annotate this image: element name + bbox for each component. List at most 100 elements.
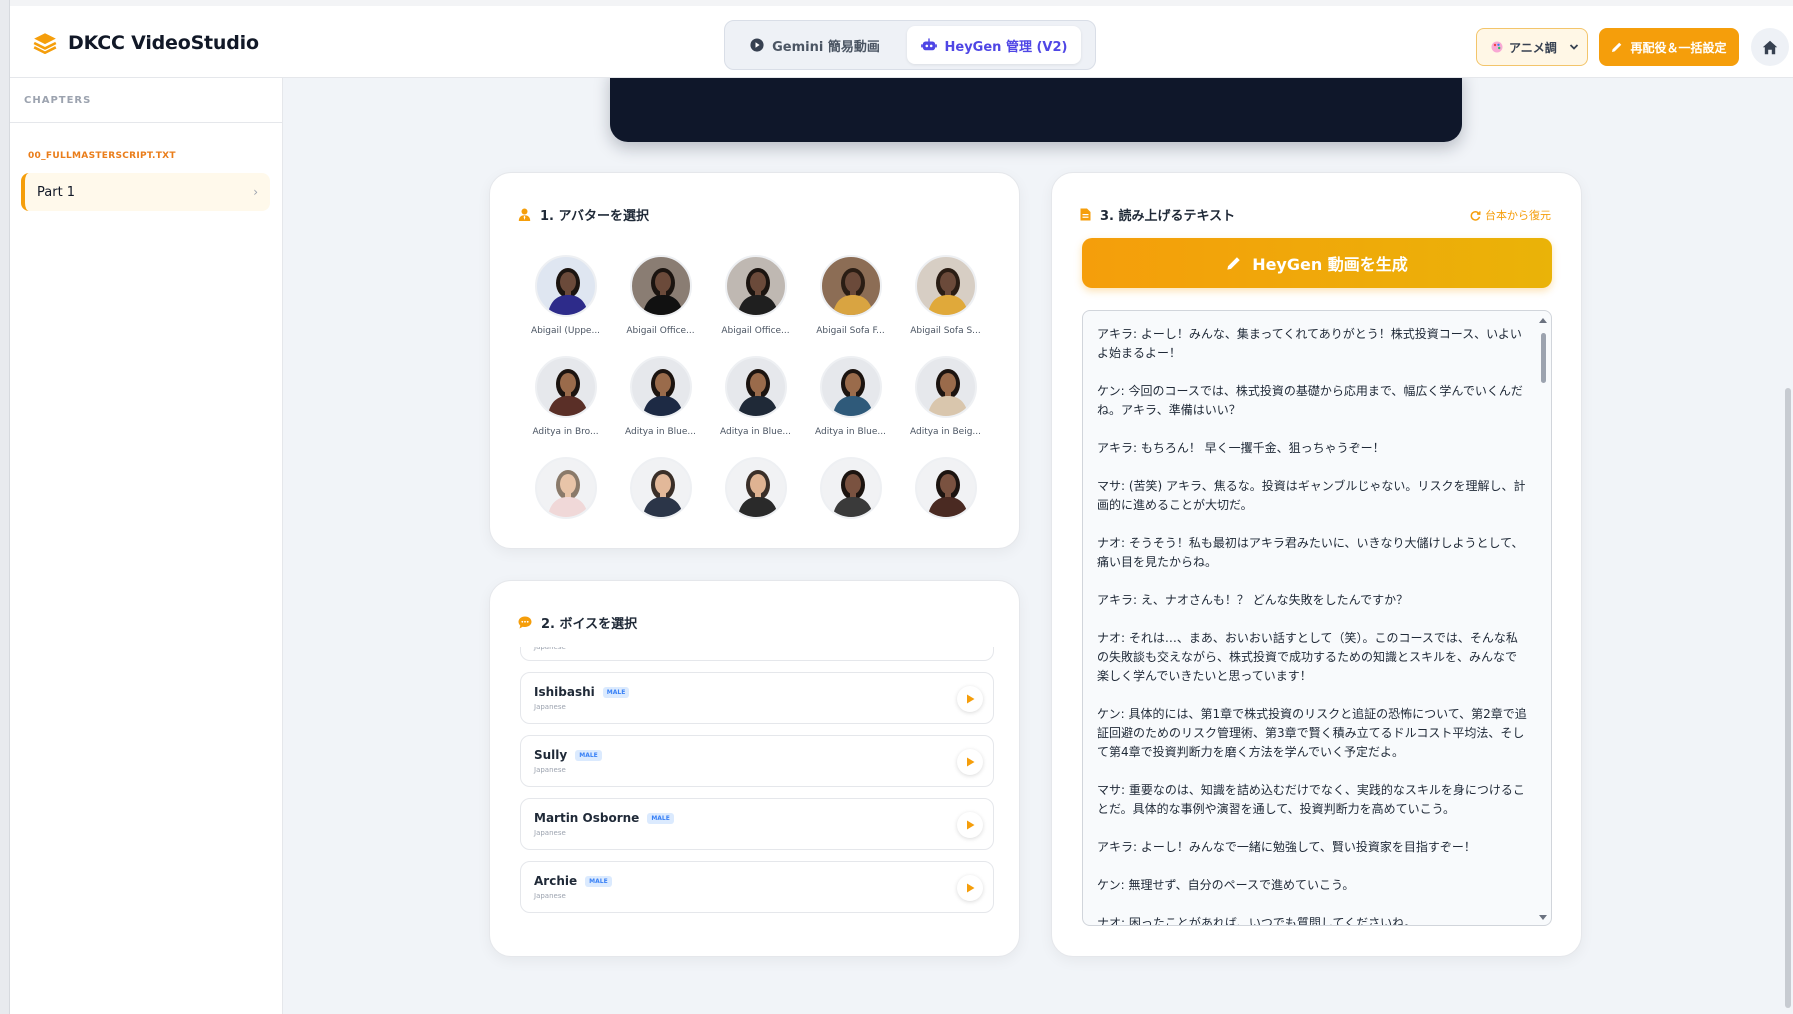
voice-preview-play-button[interactable]	[957, 875, 983, 901]
avatar-option[interactable]: Aditya in Beig...	[898, 356, 993, 437]
robot-icon	[920, 38, 937, 51]
restore-from-script-link[interactable]: 台本から復元	[1470, 207, 1551, 223]
home-icon	[1762, 40, 1778, 54]
voice-name-row: Martin Osborne MALE	[534, 811, 993, 825]
avatar-thumbnail	[819, 255, 882, 317]
voice-language: Japanese	[534, 766, 566, 774]
pencil-icon	[1612, 42, 1622, 52]
avatar-option[interactable]	[708, 457, 803, 519]
page-scrollbar-thumb[interactable]	[1785, 388, 1791, 1008]
avatar-option[interactable]: Aditya in Blue...	[708, 356, 803, 437]
recast-button[interactable]: 再配役＆一括設定	[1599, 28, 1739, 66]
avatar-option[interactable]: Abigail Sofa S...	[898, 255, 993, 336]
avatar-option[interactable]: Abigail Sofa F...	[803, 255, 898, 336]
tab-heygen-label: HeyGen 管理 (V2)	[944, 39, 1068, 55]
avatar-name: Abigail Sofa F...	[816, 326, 885, 336]
voice-list[interactable]: Japanese Ishibashi MALE Japanese Sully MALE Ja…	[520, 647, 994, 917]
avatar-option[interactable]: Aditya in Bro...	[518, 356, 613, 437]
voice-preview-play-button[interactable]	[957, 686, 983, 712]
script-line: マサ: (苦笑) アキラ、焦るな。投資はギャンブルじゃない。リスクを理解し、計画…	[1097, 479, 1526, 512]
avatar-thumbnail	[534, 356, 597, 418]
avatar-name: Abigail Office...	[721, 326, 790, 336]
voice-panel-title: 2. ボイスを選択	[518, 613, 637, 632]
voice-language: Japanese	[534, 647, 566, 651]
avatar-option[interactable]: Abigail (Uppe...	[518, 255, 613, 336]
generate-video-button[interactable]: HeyGen 動画を生成	[1082, 238, 1552, 288]
mode-switch: Gemini 簡易動画 HeyGen 管理 (V2)	[724, 20, 1096, 70]
voice-option[interactable]: Japanese	[520, 647, 994, 661]
script-line: ナオ: それは…、まあ、おいおい話すとして（笑）。このコースでは、そんな私の失敗…	[1097, 631, 1518, 683]
gender-badge: MALE	[585, 875, 612, 887]
voice-preview-play-button[interactable]	[957, 749, 983, 775]
avatar-thumbnail	[819, 356, 882, 418]
style-select[interactable]: アニメ調	[1476, 28, 1588, 66]
document-icon	[1080, 208, 1091, 221]
play-icon	[966, 883, 974, 893]
play-icon	[966, 694, 974, 704]
avatar-panel-title-text: 1. アバターを選択	[540, 209, 649, 224]
avatar-grid: Abigail (Uppe... Abigail Office... Abigail…	[518, 255, 996, 519]
script-scrollbar-thumb[interactable]	[1541, 333, 1546, 383]
script-line: マサ: 重要なのは、知識を詰め込むだけでなく、実践的なスキルを身につけることだ。…	[1097, 783, 1525, 816]
avatar-name: Abigail (Uppe...	[530, 326, 601, 336]
chat-bubble-icon	[518, 616, 532, 629]
avatar-option[interactable]: Aditya in Blue...	[803, 356, 898, 437]
voice-name: Sully	[534, 748, 568, 762]
avatar-option[interactable]	[613, 457, 708, 519]
script-file-name: 00_FULLMASTERSCRIPT.TXT	[28, 151, 176, 161]
pencil-icon	[1227, 257, 1240, 270]
voice-panel: 2. ボイスを選択 Japanese Ishibashi MALE Japanese S…	[489, 580, 1020, 957]
chevron-right-icon: ›	[253, 185, 258, 199]
script-textarea[interactable]: アキラ: よーし！みんな、集まってくれてありがとう！株式投資コース、いよいよ始ま…	[1082, 310, 1552, 926]
voice-name: Martin Osborne	[534, 811, 640, 825]
voice-name: Ishibashi	[534, 685, 595, 699]
script-line: ナオ: そうそう！私も最初はアキラ君みたいに、いきなり大儲けしようとして、痛い目…	[1097, 536, 1524, 569]
script-line: アキラ: もちろん！ 早く一攫千金、狙っちゃうぞー！	[1097, 441, 1385, 455]
video-preview	[610, 70, 1462, 142]
avatar-name: Aditya in Beig...	[909, 427, 981, 437]
avatar-option[interactable]: Abigail Office...	[708, 255, 803, 336]
voice-option[interactable]: Martin Osborne MALE Japanese	[520, 798, 994, 850]
play-circle-icon	[750, 38, 764, 52]
recast-button-label: 再配役＆一括設定	[1630, 40, 1727, 55]
voice-preview-play-button[interactable]	[957, 812, 983, 838]
voice-option[interactable]: Archie MALE Japanese	[520, 861, 994, 913]
avatar-name: Aditya in Blue...	[814, 427, 886, 437]
top-bar: DKCC VideoStudio Gemini 簡易動画 HeyGen 管理 (…	[10, 0, 1793, 78]
avatar-panel-title: 1. アバターを選択	[518, 205, 649, 224]
avatar-thumbnail	[914, 457, 977, 519]
avatar-option[interactable]: Aditya in Blue...	[613, 356, 708, 437]
script-line: アキラ: よーし！みんなで一緒に勉強して、賢い投資家を目指すぞー！	[1097, 840, 1476, 854]
brand[interactable]: DKCC VideoStudio	[32, 30, 259, 56]
avatar-option[interactable]	[518, 457, 613, 519]
avatar-name: Aditya in Blue...	[624, 427, 696, 437]
generate-video-label: HeyGen 動画を生成	[1252, 255, 1408, 274]
voice-name-row: Sully MALE	[534, 748, 993, 762]
restore-link-label: 台本から復元	[1485, 209, 1551, 222]
play-icon	[966, 757, 974, 767]
avatar-option[interactable]	[898, 457, 993, 519]
home-button[interactable]	[1751, 28, 1789, 66]
sidebar-heading: CHAPTERS	[10, 78, 282, 123]
gender-badge: MALE	[602, 686, 630, 698]
avatar-thumbnail	[534, 457, 597, 519]
tab-gemini[interactable]: Gemini 簡易動画	[729, 26, 901, 64]
script-scrollbar[interactable]	[1538, 317, 1548, 921]
avatar-option[interactable]: Abigail Office...	[613, 255, 708, 336]
script-line: ナオ: 困ったことがあれば、いつでも質問してくださいね。	[1097, 916, 1417, 926]
avatar-name: Abigail Office...	[626, 326, 695, 336]
avatar-thumbnail	[629, 356, 692, 418]
page-scrollbar[interactable]	[1783, 78, 1793, 1014]
avatar-option[interactable]	[803, 457, 898, 519]
sidebar-item-label: Part 1	[37, 184, 76, 200]
avatar-thumbnail	[724, 457, 787, 519]
avatar-thumbnail	[724, 255, 787, 317]
voice-option[interactable]: Sully MALE Japanese	[520, 735, 994, 787]
avatar-thumbnail	[914, 356, 977, 418]
voice-name: Archie	[534, 874, 578, 888]
script-line: ケン: 今回のコースでは、株式投資の基礎から応用まで、幅広く学んでいくんだね。ア…	[1097, 384, 1523, 417]
tab-heygen[interactable]: HeyGen 管理 (V2)	[907, 26, 1081, 64]
avatar-thumbnail	[819, 457, 882, 519]
voice-option[interactable]: Ishibashi MALE Japanese	[520, 672, 994, 724]
sidebar-item-part-1[interactable]: Part 1 ›	[21, 173, 270, 211]
